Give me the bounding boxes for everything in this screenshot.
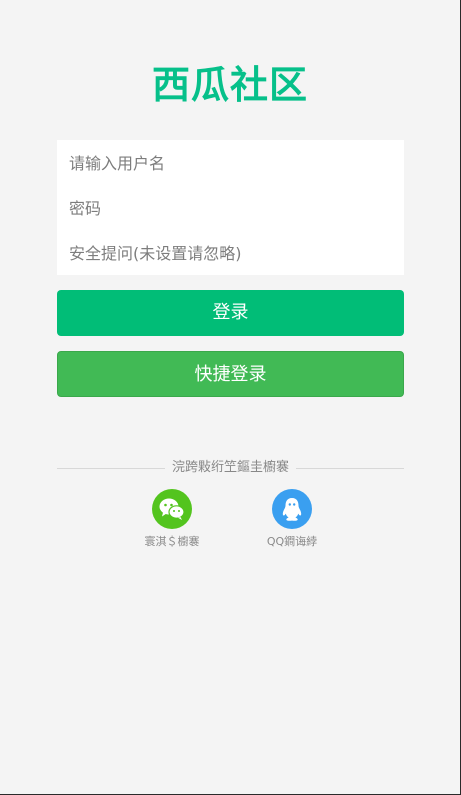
wechat-login[interactable]: 寰淇＄櫥褰 [132,489,212,549]
third-party-divider: 浣跨敤绗笁鏂圭櫥褰 [57,459,404,477]
divider-line-right [296,468,404,469]
qq-login[interactable]: QQ鐧诲綍 [252,489,332,549]
security-question-input[interactable] [69,238,392,268]
site-logo: 西瓜社区 [151,63,308,107]
quick-login-button[interactable]: 快捷登录 [57,351,404,397]
qq-login-label: QQ鐧诲綍 [266,535,318,548]
wechat-login-label: 寰淇＄櫥褰 [144,535,200,548]
login-button[interactable]: 登录 [57,290,404,336]
wechat-icon[interactable] [152,489,192,529]
qq-icon[interactable] [272,489,312,529]
username-input[interactable] [69,148,392,178]
login-page: { "brand": { "logo_text": "西瓜社区", "accen… [0,0,461,795]
password-input[interactable] [69,193,392,223]
login-form [57,140,404,275]
